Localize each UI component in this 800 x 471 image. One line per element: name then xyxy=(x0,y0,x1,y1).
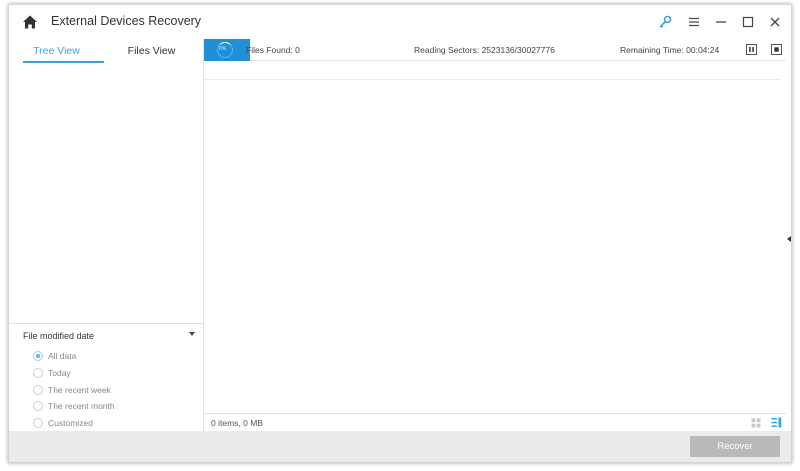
app-window: External Devices Recovery Tree View File… xyxy=(8,4,792,463)
grid-view-icon[interactable] xyxy=(751,418,761,428)
recover-button[interactable]: Recover xyxy=(690,436,780,457)
results-header xyxy=(204,62,781,80)
results-panel: 8% Files Found: 0 Reading Sectors: 25231… xyxy=(204,39,791,431)
remaining-time: Remaining Time: 00:04:24 xyxy=(620,45,720,55)
files-found: Files Found: 0 xyxy=(246,45,300,55)
caret-down-icon xyxy=(189,332,195,336)
stop-icon xyxy=(774,47,779,52)
scan-status-bar: 8% Files Found: 0 Reading Sectors: 25231… xyxy=(204,39,786,61)
close-button[interactable] xyxy=(764,11,786,33)
radio-today[interactable]: Today xyxy=(33,366,71,380)
date-filter: File modified date All data Today The re… xyxy=(9,323,204,431)
maximize-button[interactable] xyxy=(737,11,759,33)
item-count: 0 items, 0 MB xyxy=(211,418,263,428)
radio-icon xyxy=(33,418,43,428)
menu-button[interactable] xyxy=(683,11,705,33)
radio-label: All data xyxy=(48,351,77,361)
radio-label: Customized xyxy=(48,418,93,428)
scan-progress-indicator: 8% xyxy=(204,39,250,61)
radio-icon xyxy=(33,351,43,361)
key-button[interactable] xyxy=(654,11,676,33)
radio-icon xyxy=(33,385,43,395)
tab-files-view[interactable]: Files View xyxy=(104,39,199,63)
action-bar: Recover xyxy=(9,431,791,462)
pause-button[interactable] xyxy=(746,44,757,55)
radio-label: The recent month xyxy=(48,401,115,411)
list-view-icon[interactable] xyxy=(771,417,782,428)
radio-all-data[interactable]: All data xyxy=(33,349,76,363)
close-icon xyxy=(770,17,780,27)
reading-sectors: Reading Sectors: 2523136/30027776 xyxy=(414,45,555,55)
collapse-arrow-icon[interactable] xyxy=(787,236,791,242)
stop-button[interactable] xyxy=(771,44,782,55)
radio-customized[interactable]: Customized xyxy=(33,416,93,430)
radio-recent-month[interactable]: The recent month xyxy=(33,399,115,413)
filter-title: File modified date xyxy=(23,331,95,341)
progress-percent: 8% xyxy=(219,46,227,52)
view-tabs: Tree View Files View xyxy=(9,39,204,63)
maximize-icon xyxy=(742,16,754,28)
pause-icon xyxy=(749,47,754,52)
menu-icon xyxy=(689,17,699,27)
minimize-button[interactable] xyxy=(710,11,732,33)
radio-icon xyxy=(33,401,43,411)
key-icon xyxy=(659,15,672,28)
minimize-icon xyxy=(716,21,726,23)
home-icon[interactable] xyxy=(22,14,38,30)
radio-icon xyxy=(33,368,43,378)
radio-recent-week[interactable]: The recent week xyxy=(33,383,111,397)
title-bar: External Devices Recovery xyxy=(9,5,791,39)
tab-tree-view[interactable]: Tree View xyxy=(9,39,104,63)
radio-label: The recent week xyxy=(48,385,111,395)
left-panel: Tree View Files View File modified date … xyxy=(9,39,204,431)
results-footer: 0 items, 0 MB xyxy=(204,413,786,431)
app-title: External Devices Recovery xyxy=(51,14,202,28)
radio-label: Today xyxy=(48,368,71,378)
filter-dropdown[interactable]: File modified date xyxy=(23,331,195,345)
